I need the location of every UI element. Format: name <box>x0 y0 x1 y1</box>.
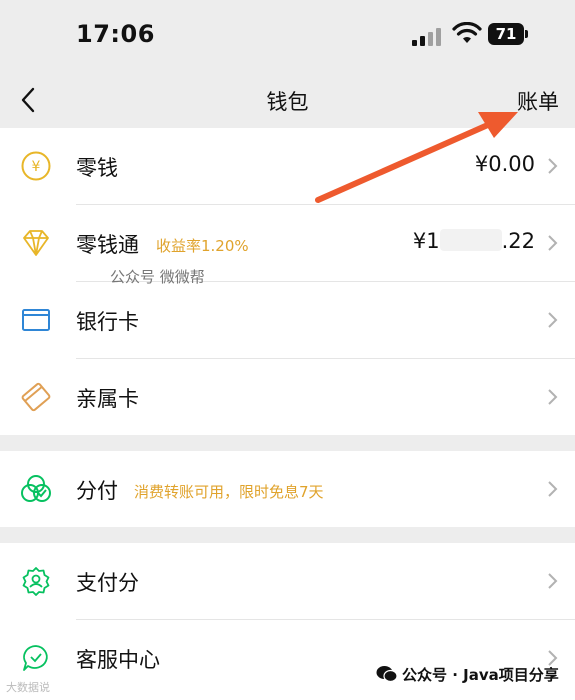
row-service-label: 客服中心 <box>76 648 160 672</box>
wechat-logo-icon <box>376 666 398 683</box>
chevron-right-icon <box>548 389 558 405</box>
row-fenfu-label: 分付 <box>76 479 118 503</box>
status-time: 17:06 <box>76 20 155 48</box>
value-suffix: .22 <box>501 229 535 253</box>
chevron-right-icon <box>548 312 558 328</box>
row-wallet-plus-value: ¥1 .22 <box>413 229 535 253</box>
row-change[interactable]: ¥ 零钱 ¥0.00 <box>0 128 575 204</box>
watermark-bottom-right-text: 公众号 · Java项目分享 <box>402 666 559 684</box>
row-change-label: 零钱 <box>76 156 118 180</box>
row-fenfu[interactable]: 分付 消费转账可用，限时免息7天 <box>0 451 575 527</box>
chevron-right-icon <box>548 235 558 251</box>
battery-indicator: 71 <box>488 23 524 45</box>
chevron-right-icon <box>548 573 558 589</box>
fenfu-promo-tag: 消费转账可用，限时免息7天 <box>134 483 324 501</box>
yield-rate-tag: 收益率1.20% <box>156 237 249 255</box>
chevron-right-icon <box>548 481 558 497</box>
fenfu-card: 分付 消费转账可用，限时免息7天 <box>0 451 575 527</box>
fenfu-icon <box>21 475 51 502</box>
row-bank-card-label: 银行卡 <box>76 310 139 334</box>
status-bar: 17:06 71 <box>0 0 575 72</box>
watermark-bottom-right: 公众号 · Java项目分享 <box>376 664 559 685</box>
row-wallet-plus[interactable]: 零钱通 收益率1.20% ¥1 .22 <box>0 205 575 281</box>
cellular-signal-icon <box>412 26 446 46</box>
row-pay-score-label: 支付分 <box>76 571 139 595</box>
row-wallet-plus-label: 零钱通 <box>76 233 139 257</box>
wifi-icon <box>452 22 482 43</box>
yuan-coin-icon: ¥ <box>21 151 51 181</box>
row-family-card-label: 亲属卡 <box>76 387 139 411</box>
customer-service-icon <box>23 645 48 671</box>
wallet-main-card: ¥ 零钱 ¥0.00 零钱通 收益率1.20% ¥1 .22 银行卡 亲属卡 <box>0 128 575 435</box>
watermark-public-account: 公众号 微微帮 <box>110 268 205 286</box>
bank-card-icon <box>22 309 50 331</box>
pay-score-icon <box>22 567 50 596</box>
row-bank-card[interactable]: 银行卡 <box>0 282 575 358</box>
chevron-right-icon <box>548 158 558 174</box>
row-pay-score[interactable]: 支付分 <box>0 543 575 619</box>
diamond-icon <box>23 230 49 256</box>
battery-tip <box>525 30 528 38</box>
nav-bar: 钱包 账单 <box>0 72 575 128</box>
bill-link[interactable]: 账单 <box>517 86 559 116</box>
row-change-value: ¥0.00 <box>474 152 535 176</box>
blurred-amount <box>439 229 502 251</box>
row-family-card[interactable]: 亲属卡 <box>0 359 575 435</box>
page-title: 钱包 <box>266 90 309 114</box>
value-prefix: ¥1 <box>412 229 440 253</box>
svg-text:¥: ¥ <box>32 159 41 175</box>
watermark-bottom-left: 大数据说 <box>6 681 50 694</box>
family-card-icon <box>21 382 51 412</box>
